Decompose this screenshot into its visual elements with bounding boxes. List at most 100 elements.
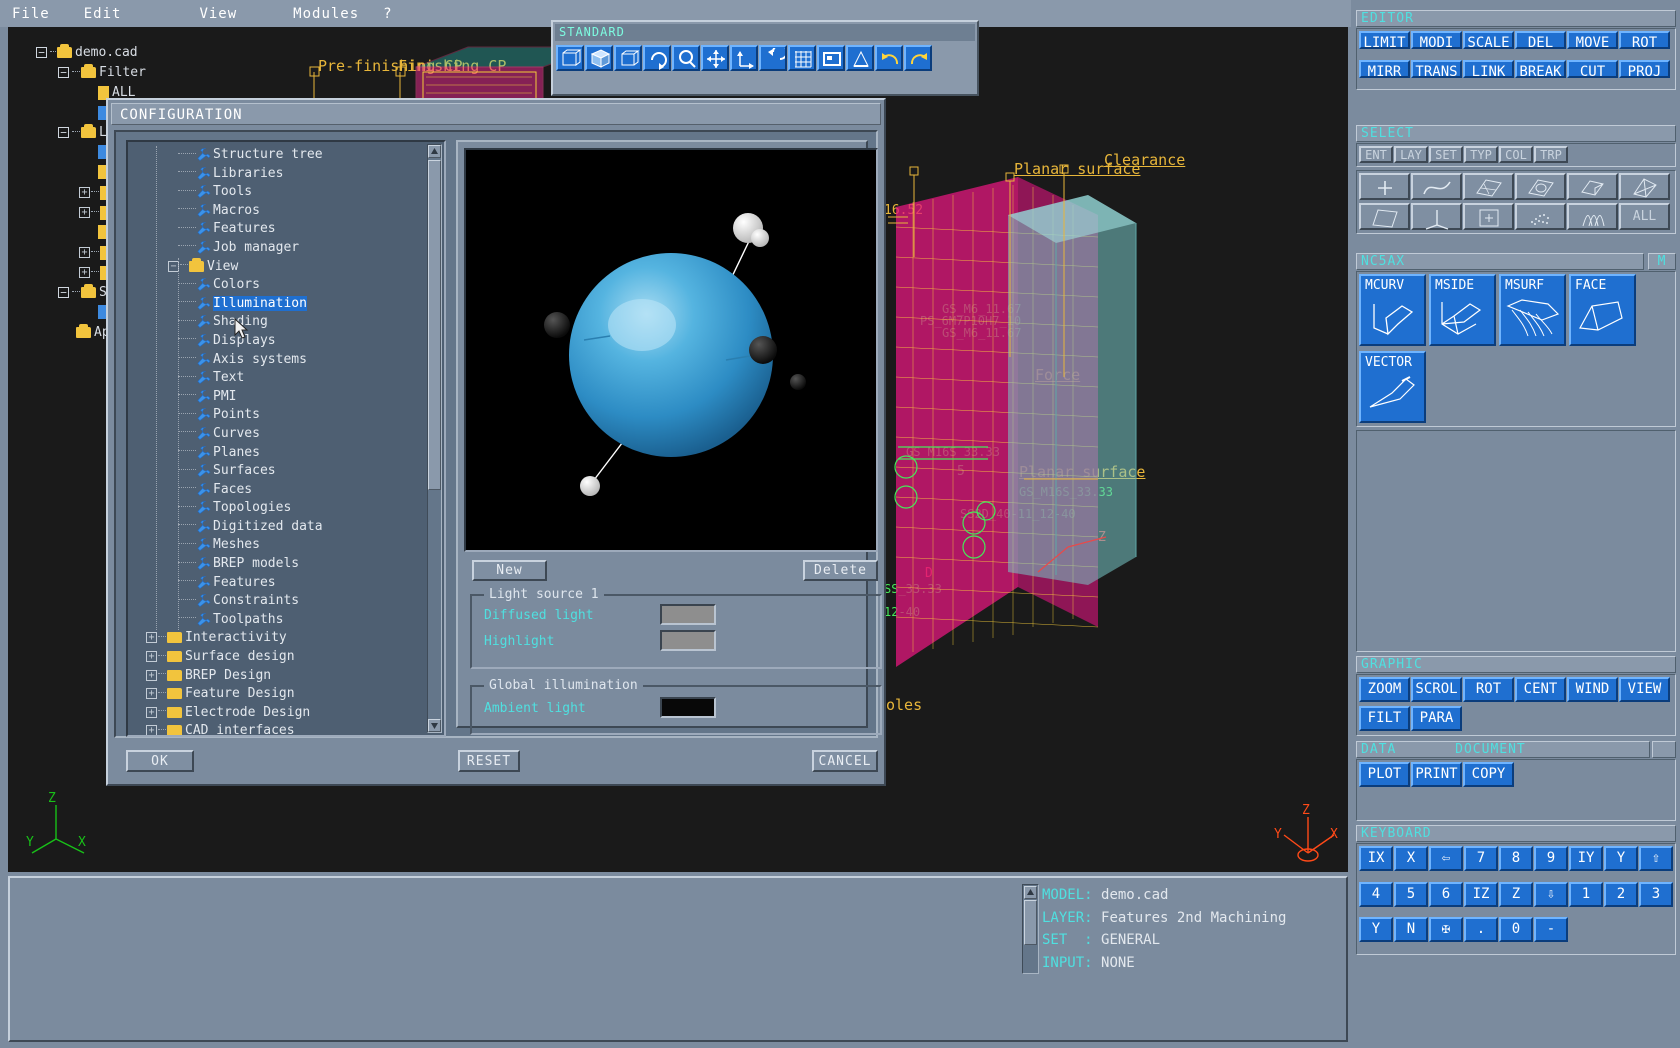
editor-button-rot[interactable]: ROT — [1619, 31, 1670, 51]
wireframe-box-icon[interactable] — [614, 45, 642, 71]
select-button-ent[interactable]: ENT — [1359, 146, 1393, 163]
illumination-preview[interactable] — [464, 148, 878, 552]
point-plus-icon[interactable] — [1359, 173, 1410, 200]
graphic-button-wind[interactable]: WIND — [1567, 677, 1618, 702]
config-tree-item-meshes[interactable]: Meshes — [128, 536, 424, 555]
data-button-plot[interactable]: PLOT — [1359, 762, 1410, 787]
config-tree-item-features[interactable]: Features — [128, 574, 424, 593]
config-tree-item-cad-interfaces[interactable]: + CAD interfaces — [128, 722, 424, 735]
menu-file[interactable]: File — [12, 6, 50, 22]
config-tree-item-pmi[interactable]: PMI — [128, 388, 424, 407]
config-tree-item-toolpaths[interactable]: Toolpaths — [128, 611, 424, 630]
delete-light-button[interactable]: Delete — [803, 560, 878, 581]
editor-button-scale[interactable]: SCALE — [1463, 31, 1514, 51]
config-tree-item-structure-tree[interactable]: Structure tree — [128, 146, 424, 165]
select-button-typ[interactable]: TYP — [1464, 146, 1498, 163]
toolpath-icon[interactable] — [1567, 202, 1618, 230]
status-scrollbar-thumb[interactable] — [1024, 900, 1037, 945]
configuration-dialog[interactable]: CONFIGURATION Structure tree Libraries Too… — [106, 98, 886, 786]
keypad-button-n[interactable]: N — [1394, 917, 1428, 943]
dimension-icon[interactable] — [1463, 202, 1514, 230]
keypad-button-x[interactable]: X — [1394, 846, 1428, 871]
nc5ax-mode-button[interactable]: M — [1648, 253, 1676, 270]
data-button-copy[interactable]: COPY — [1463, 762, 1514, 787]
keypad-button-left[interactable]: ⇦ — [1429, 846, 1463, 871]
keypad-button-minus[interactable]: - — [1534, 917, 1568, 943]
keypad-button-y[interactable]: Y — [1359, 917, 1393, 943]
keypad-button-y[interactable]: Y — [1604, 846, 1638, 871]
config-tree-item-view[interactable]: − View — [128, 257, 424, 277]
graphic-button-para[interactable]: PARA — [1411, 705, 1462, 731]
keypad-button-1[interactable]: 1 — [1569, 881, 1603, 907]
keypad-button-z[interactable]: Z — [1499, 881, 1533, 907]
highlight-swatch[interactable] — [660, 630, 716, 651]
graphic-button-zoom[interactable]: ZOOM — [1359, 677, 1410, 702]
select-button-set[interactable]: SET — [1429, 146, 1463, 163]
keypad-button-enter[interactable]: ✠ — [1429, 917, 1463, 943]
cancel-button[interactable]: CANCEL — [812, 750, 878, 772]
editor-button-break[interactable]: BREAK — [1515, 59, 1566, 80]
data-button-print[interactable]: PRINT — [1411, 762, 1462, 787]
keypad-button-ix[interactable]: IX — [1359, 846, 1393, 871]
keypad-button-down[interactable]: ⇩ — [1534, 881, 1568, 907]
editor-button-trans[interactable]: TRANS — [1411, 59, 1462, 80]
plane-icon[interactable] — [1359, 202, 1410, 230]
keypad-button-8[interactable]: 8 — [1499, 846, 1533, 871]
tree-expander[interactable]: + — [146, 725, 157, 735]
measure-icon[interactable] — [846, 45, 874, 71]
config-tree-item-surface-design[interactable]: + Surface design — [128, 648, 424, 667]
status-scrollbar[interactable] — [1022, 884, 1039, 974]
config-tree-item-topologies[interactable]: Topologies — [128, 499, 424, 518]
digitized-data-icon[interactable] — [1515, 202, 1566, 230]
editor-button-link[interactable]: LINK — [1463, 59, 1514, 80]
graphic-button-rot[interactable]: ROT — [1463, 677, 1514, 702]
pan-move-icon[interactable] — [701, 45, 729, 71]
editor-button-modi[interactable]: MODI — [1411, 31, 1462, 51]
tree-expander-node[interactable]: + — [79, 207, 90, 218]
configuration-tree[interactable]: Structure tree Libraries Tools Macros Featur… — [126, 140, 446, 737]
keypad-button-iy[interactable]: IY — [1569, 846, 1603, 871]
graphic-button-view[interactable]: VIEW — [1619, 677, 1670, 702]
config-tree-item-text[interactable]: Text — [128, 369, 424, 388]
keypad-button-7[interactable]: 7 — [1464, 846, 1498, 871]
window-select-icon[interactable] — [817, 45, 845, 71]
config-tree-item-curves[interactable]: Curves — [128, 425, 424, 444]
keypad-button-9[interactable]: 9 — [1534, 846, 1568, 871]
status-scroll-up-button[interactable] — [1024, 886, 1037, 899]
graphic-button-scrol[interactable]: SCROL — [1411, 677, 1462, 702]
config-tree-item-displays[interactable]: Displays — [128, 332, 424, 351]
editor-button-proj[interactable]: PROJ — [1619, 59, 1670, 80]
config-tree-item-interactivity[interactable]: + Interactivity — [128, 629, 424, 648]
menu-edit[interactable]: Edit — [84, 6, 122, 22]
editor-button-cut[interactable]: CUT — [1567, 59, 1618, 80]
diffused-light-swatch[interactable] — [660, 604, 716, 625]
keypad-button-dot[interactable]: . — [1464, 917, 1498, 943]
view-cube-icon[interactable] — [556, 45, 584, 71]
tree-expander[interactable]: + — [146, 651, 157, 663]
zoom-magnifier-icon[interactable] — [672, 45, 700, 71]
ok-button[interactable]: OK — [126, 750, 194, 772]
rotate-icon[interactable] — [643, 45, 671, 71]
config-tree-item-macros[interactable]: Macros — [128, 202, 424, 221]
config-tree-item-surfaces[interactable]: Surfaces — [128, 462, 424, 481]
config-tree-item-feature-design[interactable]: + Feature Design — [128, 685, 424, 704]
keypad-button-iz[interactable]: IZ — [1464, 881, 1498, 907]
surface-patch-icon[interactable] — [1463, 173, 1514, 200]
face-hole-icon[interactable] — [1515, 173, 1566, 200]
config-tree-item-colors[interactable]: Colors — [128, 276, 424, 295]
keypad-button-0[interactable]: 0 — [1499, 917, 1533, 943]
menu-modules[interactable]: Modules — [293, 6, 359, 22]
tree-expander-node[interactable]: + — [79, 267, 90, 278]
select-button-col[interactable]: COL — [1499, 146, 1533, 163]
ambient-light-swatch[interactable] — [660, 697, 716, 718]
config-tree-item-libraries[interactable]: Libraries — [128, 165, 424, 184]
keypad-button-up[interactable]: ⇧ — [1639, 846, 1673, 871]
config-tree-item-electrode-design[interactable]: + Electrode Design — [128, 704, 424, 723]
shaded-box-icon[interactable] — [585, 45, 613, 71]
redo-icon[interactable] — [904, 45, 932, 71]
config-tree-item-planes[interactable]: Planes — [128, 444, 424, 463]
nc5ax-button-vector[interactable]: VECTOR — [1359, 350, 1426, 423]
keypad-button-4[interactable]: 4 — [1359, 881, 1393, 907]
tree-expander[interactable]: + — [146, 688, 157, 700]
undo-icon[interactable] — [875, 45, 903, 71]
